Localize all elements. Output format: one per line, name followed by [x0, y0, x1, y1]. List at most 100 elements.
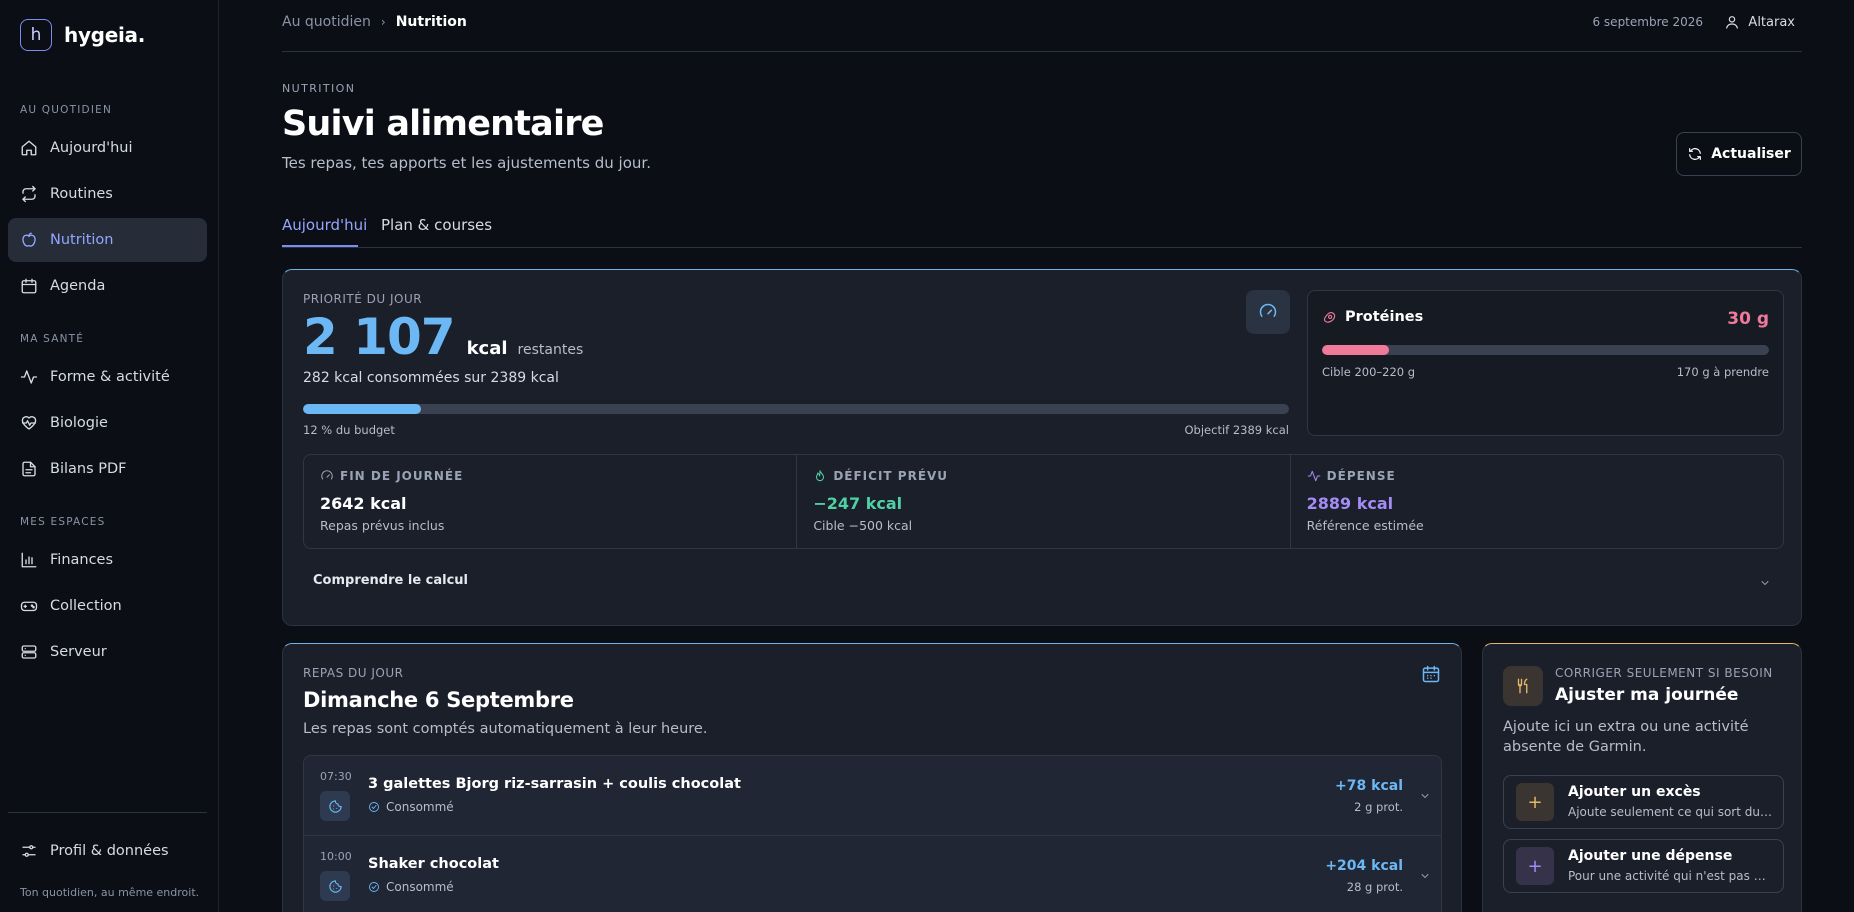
section-label-ma-sante: Ma santé: [20, 333, 85, 345]
sidebar-item-collection[interactable]: Collection: [8, 584, 207, 628]
meal-status: Consommé: [368, 880, 454, 894]
stat-fin-de-journee: FIN DE JOURNÉE 2642 kcal Repas prévus in…: [304, 455, 798, 548]
sidebar-item-label: Finances: [50, 552, 114, 568]
tab-plan-courses[interactable]: Plan & courses: [381, 216, 492, 234]
cookie-icon: [328, 799, 342, 813]
refresh-button[interactable]: Actualiser: [1676, 132, 1802, 176]
tab-bar: Aujourd'hui Plan & courses: [282, 210, 1802, 248]
sidebar-divider: [8, 812, 207, 813]
stat-value: 2642 kcal: [320, 494, 407, 513]
chevron-down-icon[interactable]: [1419, 870, 1431, 882]
sidebar-item-label: Forme & activité: [50, 369, 170, 385]
meal-status: Consommé: [368, 800, 454, 814]
sidebar-item-serveur[interactable]: Serveur: [8, 630, 207, 674]
chevron-down-icon[interactable]: [1419, 790, 1431, 802]
sidebar-item-aujourdhui[interactable]: Aujourd'hui: [8, 126, 207, 170]
check-circle-icon: [369, 882, 379, 892]
server-icon: [21, 645, 37, 659]
heart-pulse-icon: [21, 416, 37, 430]
adjust-card: CORRIGER SEULEMENT SI BESOIN Ajuster ma …: [1482, 643, 1802, 912]
tagline: Ton quotidien, au même endroit.: [20, 886, 200, 899]
sidebar: h hygeia. Au quotidien Aujourd'hui Routi…: [0, 0, 219, 912]
budget-percent: 12 % du budget: [303, 423, 395, 437]
sidebar-item-label: Routines: [50, 186, 113, 202]
action-title: Ajouter une dépense: [1568, 848, 1733, 864]
user-name: Altarax: [1748, 14, 1795, 30]
sidebar-item-routines[interactable]: Routines: [8, 172, 207, 216]
sidebar-item-profil[interactable]: Profil & données: [8, 829, 207, 873]
check-circle-icon: [369, 802, 379, 812]
meal-status-label: Consommé: [386, 880, 454, 894]
calendar-icon[interactable]: [1421, 664, 1441, 684]
gauge-icon: [1259, 303, 1277, 317]
stat-sub: Référence estimée: [1306, 518, 1424, 533]
sidebar-item-label: Nutrition: [50, 232, 114, 248]
stat-header: DÉPENSE: [1307, 469, 1396, 483]
adjust-title: Ajuster ma journée: [1555, 685, 1739, 705]
sidebar-item-label: Aujourd'hui: [50, 140, 133, 156]
calc-explainer-toggle[interactable]: Comprendre le calcul: [313, 573, 468, 588]
budget-progress-bar: [303, 404, 1289, 414]
sidebar-item-finances[interactable]: Finances: [8, 538, 207, 582]
meals-subtitle: Les repas sont comptés automatiquement à…: [303, 721, 708, 737]
breadcrumb-current: Nutrition: [395, 14, 467, 30]
utensils-icon: [1503, 666, 1543, 706]
calendar-icon: [21, 278, 37, 294]
bar-chart-icon: [21, 552, 37, 568]
file-icon: [22, 461, 36, 477]
home-icon: [21, 140, 37, 156]
plus-icon: +: [1516, 847, 1554, 885]
meal-icon: [320, 871, 350, 901]
protein-header: Protéines: [1322, 309, 1423, 325]
stat-value: 2889 kcal: [1306, 494, 1394, 513]
sidebar-item-label: Bilans PDF: [50, 461, 127, 477]
protein-progress-bar: [1322, 345, 1769, 355]
stat-label: DÉFICIT PRÉVU: [833, 469, 949, 483]
priority-card: PRIORITÉ DU JOUR 2 107 kcal restantes 28…: [282, 269, 1802, 626]
sidebar-item-biologie[interactable]: Biologie: [8, 401, 207, 445]
activity-icon: [1307, 470, 1321, 482]
gauge-button[interactable]: [1246, 290, 1290, 334]
meal-row[interactable]: 10:00 Shaker chocolat Consommé +204 kcal…: [304, 836, 1441, 912]
chevron-down-icon[interactable]: [1759, 577, 1771, 589]
sidebar-item-agenda[interactable]: Agenda: [8, 264, 207, 308]
user-menu[interactable]: Altarax: [1724, 14, 1795, 30]
current-date: 6 septembre 2026: [1592, 15, 1703, 29]
stat-value: −247 kcal: [813, 494, 903, 513]
protein-remaining: 170 g à prendre: [1676, 365, 1769, 379]
meal-status-label: Consommé: [386, 800, 454, 814]
protein-target: Cible 200–220 g: [1322, 365, 1416, 379]
brand[interactable]: h hygeia.: [20, 19, 145, 51]
sidebar-item-label: Agenda: [50, 278, 106, 294]
protein-panel: Protéines 30 g Cible 200–220 g 170 g à p…: [1307, 290, 1784, 436]
remaining-kcal-value: 2 107: [303, 308, 456, 366]
action-sub: Pour une activité qui n'est pas déjà com…: [1568, 869, 1773, 883]
tab-aujourdhui[interactable]: Aujourd'hui: [282, 216, 367, 234]
activity-icon: [20, 370, 38, 384]
add-excess-button[interactable]: + Ajouter un excès Ajoute seulement ce q…: [1503, 775, 1784, 829]
section-label-au-quotidien: Au quotidien: [20, 104, 113, 116]
add-expense-button[interactable]: + Ajouter une dépense Pour une activité …: [1503, 839, 1784, 893]
meat-icon: [1323, 311, 1336, 323]
plus-icon: +: [1516, 783, 1554, 821]
gamepad-icon: [20, 601, 38, 612]
meal-name: Shaker chocolat: [368, 856, 499, 872]
page-eyebrow: NUTRITION: [282, 82, 356, 95]
refresh-icon: [1689, 148, 1702, 160]
budget-goal: Objectif 2389 kcal: [1184, 423, 1290, 437]
breadcrumb-link[interactable]: Au quotidien: [282, 14, 371, 30]
meal-time: 07:30: [320, 770, 352, 783]
meal-row[interactable]: 07:30 3 galettes Bjorg riz-sarrasin + co…: [304, 756, 1441, 836]
priority-eyebrow: PRIORITÉ DU JOUR: [303, 292, 423, 306]
sidebar-item-forme-activite[interactable]: Forme & activité: [8, 355, 207, 399]
utensils-glyph: [1517, 678, 1528, 694]
protein-progress-fill: [1322, 345, 1390, 355]
logo-icon: h: [20, 19, 52, 51]
stat-label: FIN DE JOURNÉE: [340, 469, 464, 483]
sidebar-item-label: Profil & données: [50, 843, 169, 859]
stat-sub: Repas prévus inclus: [320, 518, 445, 533]
remaining-kcal-label: restantes: [517, 342, 584, 358]
sidebar-item-bilans-pdf[interactable]: Bilans PDF: [8, 447, 207, 491]
apple-icon: [22, 232, 36, 247]
sidebar-item-nutrition[interactable]: Nutrition: [8, 218, 207, 262]
